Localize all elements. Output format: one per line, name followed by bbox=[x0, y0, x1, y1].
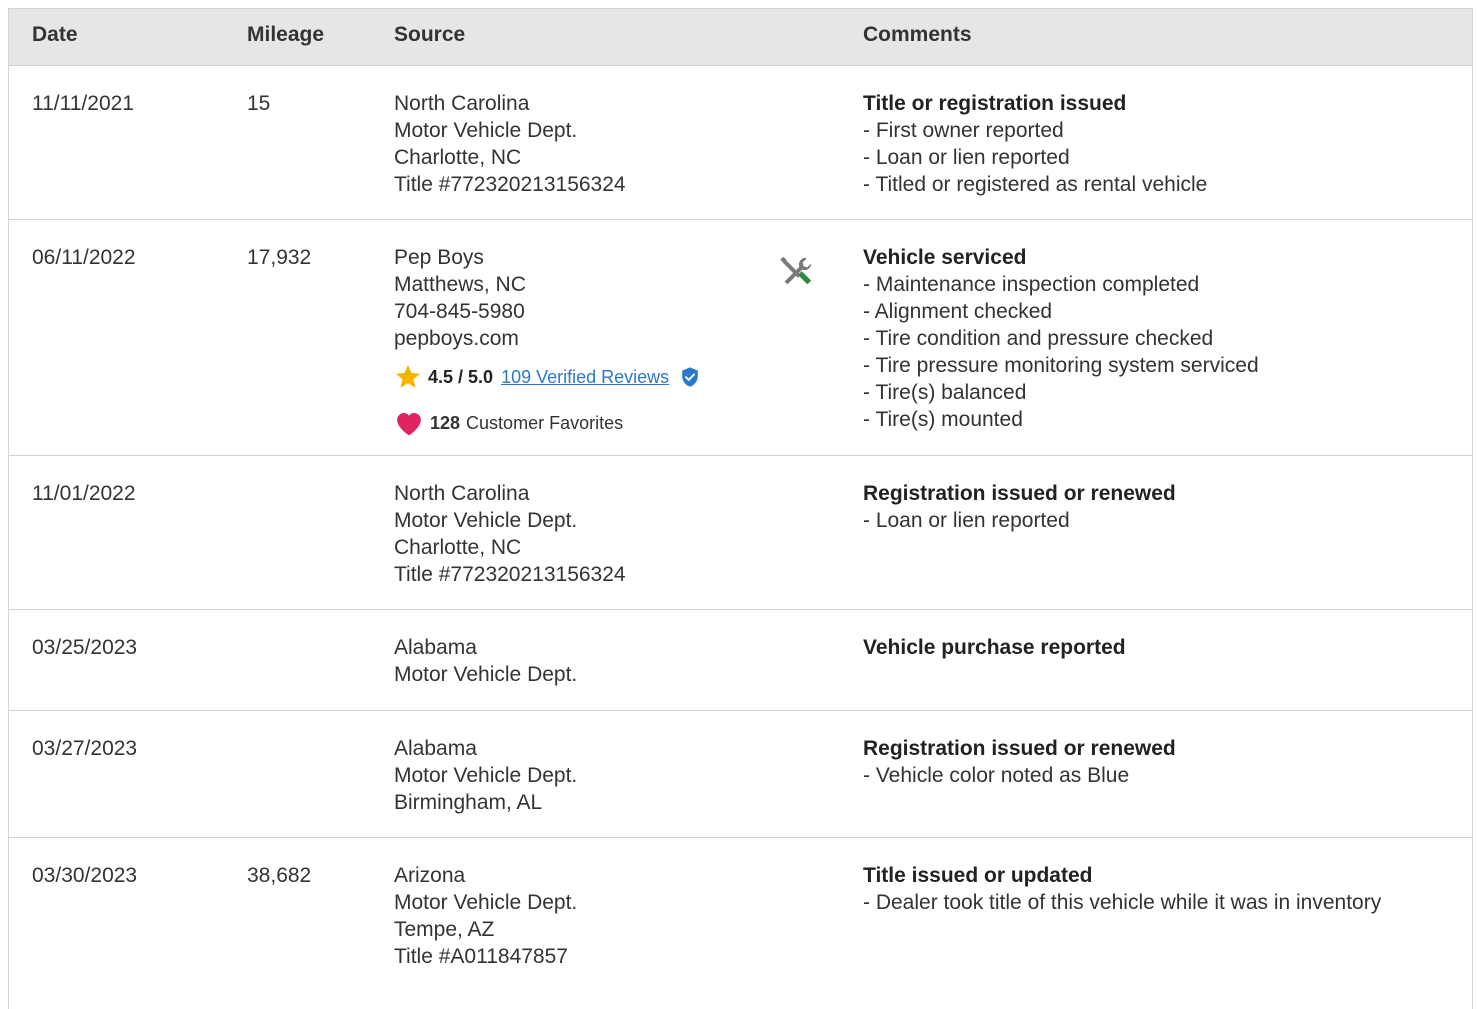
comment-item: - Tire(s) mounted bbox=[863, 408, 1023, 431]
comment-item: - Tire(s) balanced bbox=[863, 381, 1027, 404]
comment-title: Vehicle purchase reported bbox=[863, 636, 1126, 659]
heart-icon bbox=[397, 413, 421, 436]
star-icon bbox=[395, 365, 421, 388]
verified-shield-icon bbox=[682, 367, 698, 387]
comment-title: Vehicle serviced bbox=[863, 246, 1027, 269]
row-date: 03/25/2023 bbox=[32, 636, 138, 659]
row-divider bbox=[9, 710, 1472, 711]
vehicle-history-table: Date Mileage Source Comments 11/11/2021 … bbox=[8, 8, 1473, 1009]
comment-item: - Tire condition and pressure checked bbox=[863, 327, 1214, 350]
row-comments: Registration issued or renewed - Loan or… bbox=[863, 480, 1176, 534]
comment-item: - Loan or lien reported bbox=[863, 146, 1070, 169]
source-line: Motor Vehicle Dept. bbox=[394, 891, 578, 914]
source-line: Motor Vehicle Dept. bbox=[394, 509, 578, 532]
table-header: Date Mileage Source Comments bbox=[9, 9, 1472, 66]
row-comments: Vehicle serviced - Maintenance inspectio… bbox=[863, 244, 1259, 433]
comment-item: - Vehicle color noted as Blue bbox=[863, 764, 1130, 787]
comment-item: - Maintenance inspection completed bbox=[863, 273, 1200, 296]
favorites-count: 128 bbox=[430, 412, 461, 433]
source-line: Birmingham, AL bbox=[394, 791, 543, 814]
source-line: Alabama bbox=[394, 737, 477, 760]
source-line: Charlotte, NC bbox=[394, 146, 522, 169]
row-mileage: 15 bbox=[247, 92, 271, 115]
comment-item: - First owner reported bbox=[863, 119, 1064, 142]
comment-item: - Loan or lien reported bbox=[863, 509, 1070, 532]
source-line: North Carolina bbox=[394, 482, 530, 505]
source-line: Tempe, AZ bbox=[394, 918, 495, 941]
row-source: Pep Boys Matthews, NC 704-845-5980 pepbo… bbox=[394, 244, 526, 352]
row-date: 11/11/2021 bbox=[32, 92, 134, 115]
row-divider bbox=[9, 609, 1472, 610]
header-source: Source bbox=[394, 23, 466, 46]
source-line: pepboys.com bbox=[394, 327, 519, 350]
comment-title: Registration issued or renewed bbox=[863, 482, 1176, 505]
row-mileage: 38,682 bbox=[247, 864, 312, 887]
comment-item: - Tire pressure monitoring system servic… bbox=[863, 354, 1259, 377]
row-divider bbox=[9, 219, 1472, 220]
tools-icon bbox=[780, 256, 812, 285]
row-divider bbox=[9, 837, 1472, 838]
row-comments: Vehicle purchase reported bbox=[863, 634, 1126, 661]
favorites-label: Customer Favorites bbox=[466, 412, 624, 433]
header-comments: Comments bbox=[863, 23, 972, 46]
source-line: 704-845-5980 bbox=[394, 300, 525, 323]
row-divider bbox=[9, 455, 1472, 456]
comment-item: - Titled or registered as rental vehicle bbox=[863, 173, 1208, 196]
row-source: North Carolina Motor Vehicle Dept. Charl… bbox=[394, 90, 626, 198]
comment-title: Title issued or updated bbox=[863, 864, 1093, 887]
row-source: Alabama Motor Vehicle Dept. Birmingham, … bbox=[394, 735, 577, 816]
customer-favorites: 128 Customer Favorites bbox=[394, 409, 623, 437]
row-source: Alabama Motor Vehicle Dept. bbox=[394, 634, 577, 688]
row-date: 03/27/2023 bbox=[32, 737, 138, 760]
shop-rating: 4.5 / 5.0 109 Verified Reviews bbox=[394, 363, 701, 391]
source-line: Pep Boys bbox=[394, 246, 484, 269]
row-comments: Registration issued or renewed - Vehicle… bbox=[863, 735, 1176, 789]
source-line: Title #772320213156324 bbox=[394, 563, 626, 586]
source-line: North Carolina bbox=[394, 92, 530, 115]
comment-item: - Alignment checked bbox=[863, 300, 1053, 323]
source-line: Title #772320213156324 bbox=[394, 173, 626, 196]
source-line: Title #A011847857 bbox=[394, 945, 568, 968]
row-date: 11/01/2022 bbox=[32, 482, 136, 505]
row-date: 06/11/2022 bbox=[32, 246, 136, 269]
row-source: Arizona Motor Vehicle Dept. Tempe, AZ Ti… bbox=[394, 862, 577, 970]
row-date: 03/30/2023 bbox=[32, 864, 138, 887]
header-date: Date bbox=[32, 23, 78, 46]
comment-title: Registration issued or renewed bbox=[863, 737, 1176, 760]
source-line: Motor Vehicle Dept. bbox=[394, 764, 578, 787]
header-mileage: Mileage bbox=[247, 23, 325, 46]
comment-title: Title or registration issued bbox=[863, 92, 1127, 115]
rating-value: 4.5 / 5.0 bbox=[428, 366, 494, 387]
row-comments: Title or registration issued - First own… bbox=[863, 90, 1207, 198]
row-comments: Title issued or updated - Dealer took ti… bbox=[863, 862, 1381, 916]
source-line: Matthews, NC bbox=[394, 273, 526, 296]
verified-reviews-link[interactable]: 109 Verified Reviews bbox=[501, 367, 669, 388]
source-line: Arizona bbox=[394, 864, 466, 887]
source-line: Alabama bbox=[394, 636, 477, 659]
row-source: North Carolina Motor Vehicle Dept. Charl… bbox=[394, 480, 626, 588]
source-line: Motor Vehicle Dept. bbox=[394, 119, 578, 142]
source-line: Charlotte, NC bbox=[394, 536, 522, 559]
row-mileage: 17,932 bbox=[247, 246, 312, 269]
comment-item: - Dealer took title of this vehicle whil… bbox=[863, 891, 1382, 914]
source-line: Motor Vehicle Dept. bbox=[394, 663, 578, 686]
